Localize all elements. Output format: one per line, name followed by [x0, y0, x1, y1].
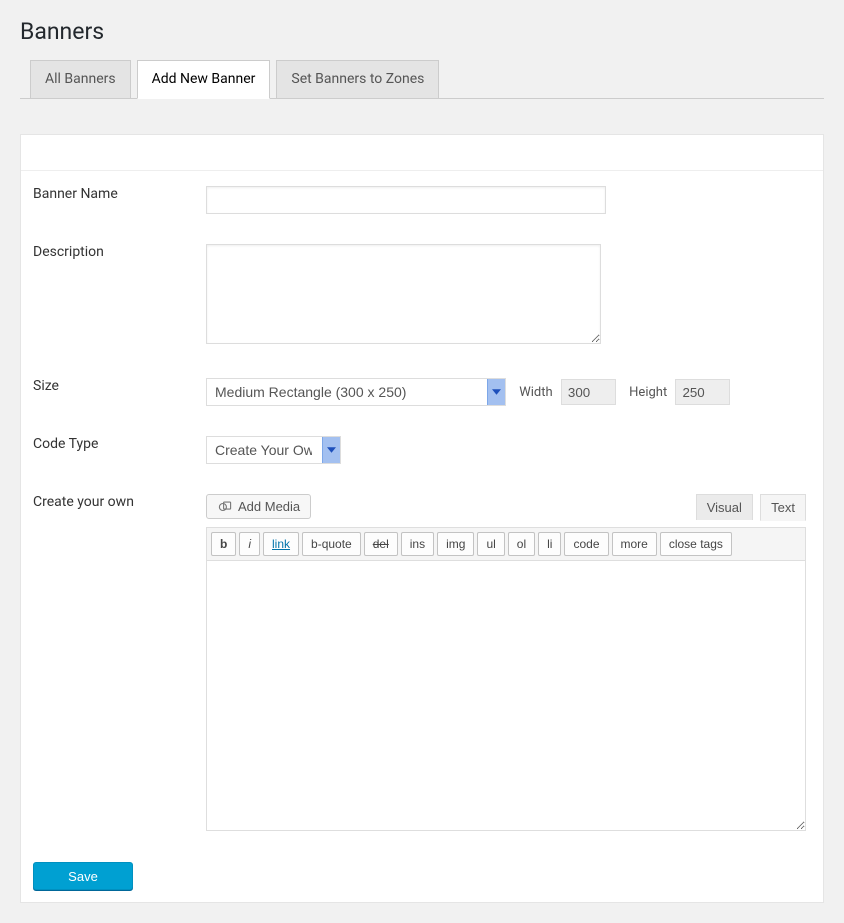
media-icon: [217, 500, 233, 514]
label-create-own: Create your own: [21, 479, 196, 850]
width-input[interactable]: [561, 379, 616, 405]
code-type-select[interactable]: Create Your Own: [206, 436, 341, 464]
label-width: Width: [519, 385, 552, 400]
description-textarea[interactable]: [206, 244, 601, 344]
qt-closetags[interactable]: close tags: [660, 532, 732, 556]
form-panel: Banner Name Description Size Medium Rect…: [20, 134, 824, 903]
banner-name-input[interactable]: [206, 186, 606, 214]
label-code-type: Code Type: [21, 421, 196, 479]
qt-del[interactable]: del: [364, 532, 398, 556]
height-input[interactable]: [675, 379, 730, 405]
qt-bold[interactable]: b: [211, 532, 236, 556]
editor-tab-visual[interactable]: Visual: [696, 494, 753, 520]
label-size: Size: [21, 363, 196, 421]
page-title: Banners: [20, 18, 824, 45]
tab-add-new-banner[interactable]: Add New Banner: [137, 60, 271, 99]
qt-bquote[interactable]: b-quote: [302, 532, 361, 556]
editor-textarea[interactable]: [206, 561, 806, 831]
panel-header: [21, 135, 823, 171]
tab-set-banners-zones[interactable]: Set Banners to Zones: [276, 60, 439, 99]
qt-li[interactable]: li: [538, 532, 561, 556]
qt-italic[interactable]: i: [239, 532, 260, 556]
save-button[interactable]: Save: [33, 862, 133, 890]
label-height: Height: [629, 385, 667, 400]
editor-container: Add Media Visual Text b i link b-quote: [206, 494, 806, 835]
quicktags-toolbar: b i link b-quote del ins img ul ol li co…: [206, 527, 806, 561]
qt-ul[interactable]: ul: [477, 532, 504, 556]
add-media-button[interactable]: Add Media: [206, 494, 311, 519]
size-select[interactable]: Medium Rectangle (300 x 250): [206, 378, 506, 406]
label-description: Description: [21, 229, 196, 363]
nav-tabs: All Banners Add New Banner Set Banners t…: [20, 60, 824, 99]
qt-more[interactable]: more: [612, 532, 657, 556]
qt-code[interactable]: code: [564, 532, 608, 556]
qt-link[interactable]: link: [263, 532, 299, 556]
editor-tab-text[interactable]: Text: [760, 494, 806, 521]
label-banner-name: Banner Name: [21, 171, 196, 229]
add-media-label: Add Media: [238, 499, 300, 514]
qt-ol[interactable]: ol: [508, 532, 535, 556]
qt-ins[interactable]: ins: [401, 532, 434, 556]
qt-img[interactable]: img: [437, 532, 474, 556]
tab-all-banners[interactable]: All Banners: [30, 60, 131, 99]
